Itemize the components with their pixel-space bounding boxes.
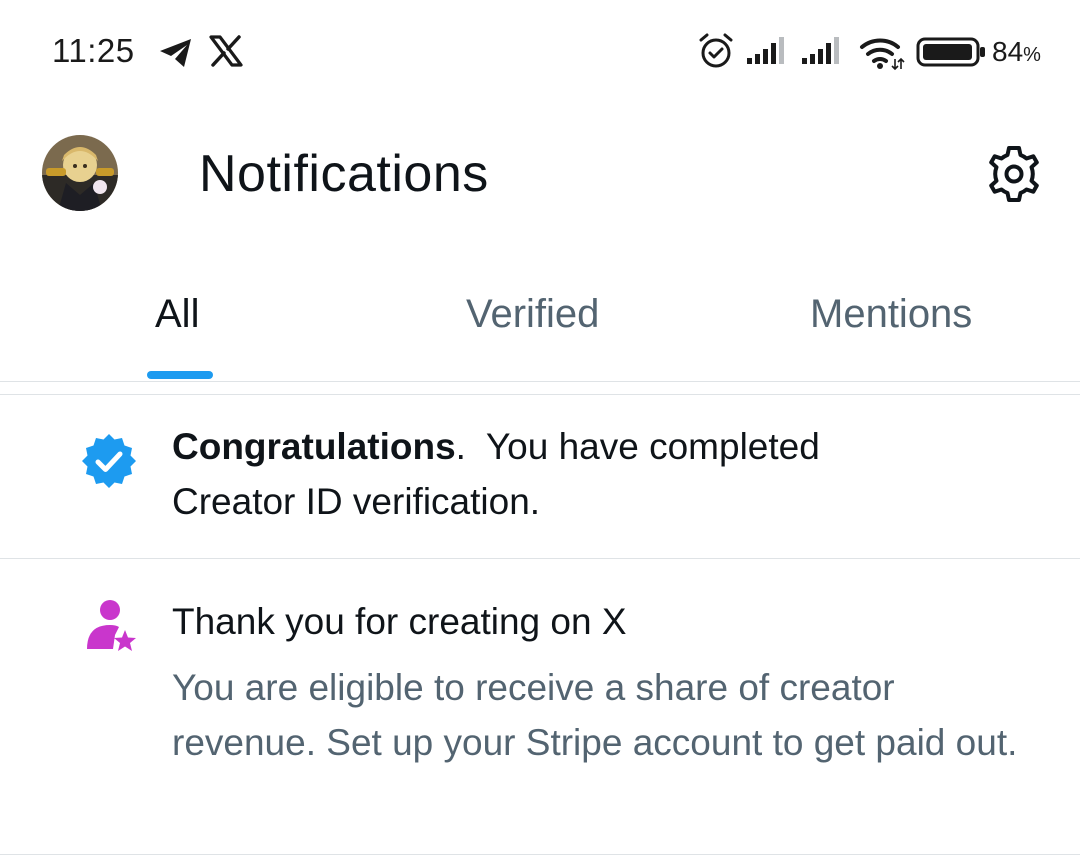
notification-line-2: Creator ID verification. — [172, 481, 541, 522]
page-title: Notifications — [199, 145, 489, 203]
status-time: 11:25 — [52, 32, 135, 69]
wifi-icon — [860, 38, 905, 71]
status-bar: 11:25 84% — [0, 0, 1080, 100]
profile-avatar[interactable] — [42, 135, 118, 211]
avatar-image — [42, 135, 118, 211]
notification-tabs: All Verified Mentions — [0, 270, 1080, 380]
notification-bold: Congratulations — [172, 426, 456, 467]
telegram-icon — [160, 39, 191, 67]
creator-star-icon — [87, 600, 136, 651]
notification-item[interactable]: Congratulations. You have completed Crea… — [0, 395, 1080, 558]
notification-title: Thank you for creating on X — [172, 601, 627, 642]
tabs-divider — [0, 381, 1080, 382]
notification-line-1: Congratulations. You have completed — [172, 426, 820, 467]
tab-verified[interactable]: Verified — [466, 292, 599, 337]
battery-percent: 84% — [992, 36, 1041, 67]
notification-body: You are eligible to receive a share of c… — [172, 667, 1018, 763]
notification-message: Congratulations. You have completed Crea… — [172, 419, 820, 529]
signal-icon — [802, 37, 839, 64]
tab-mentions[interactable]: Mentions — [810, 292, 972, 337]
x-logo-icon — [209, 35, 243, 67]
notification-item[interactable]: Thank you for creating on X You are elig… — [0, 559, 1080, 854]
notifications-screen: 11:25 84% Notifications All Verified Men… — [0, 0, 1080, 868]
tab-all[interactable]: All — [155, 292, 199, 337]
alarm-icon — [699, 33, 733, 68]
gear-icon[interactable] — [984, 144, 1044, 204]
active-tab-indicator — [147, 371, 213, 379]
notification-divider — [0, 854, 1080, 855]
signal-icon — [747, 37, 784, 64]
battery-icon — [916, 37, 985, 67]
verified-badge-icon — [82, 434, 136, 488]
